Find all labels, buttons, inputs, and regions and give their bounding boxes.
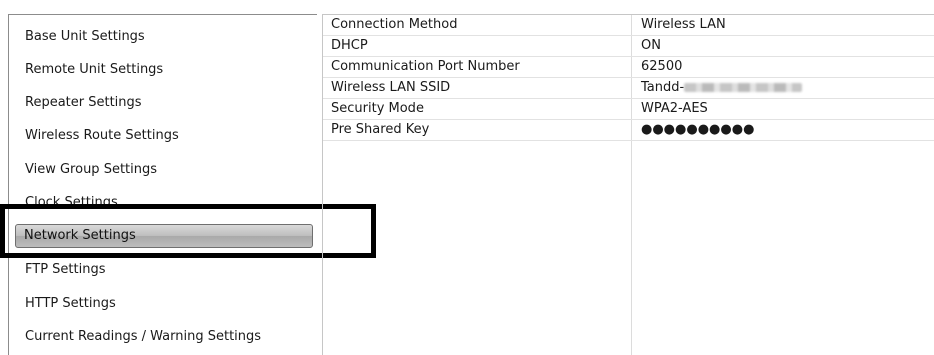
nav-item-wireless-route-settings[interactable]: Wireless Route Settings bbox=[25, 128, 179, 143]
nav-item-repeater-settings[interactable]: Repeater Settings bbox=[25, 95, 142, 110]
property-value[interactable]: Wireless LAN bbox=[641, 15, 726, 35]
property-value[interactable]: WPA2-AES bbox=[641, 99, 708, 119]
property-row-wireless-lan-ssid[interactable]: Wireless LAN SSID Tandd- bbox=[323, 78, 934, 99]
property-name: Communication Port Number bbox=[331, 59, 520, 74]
nav-item-clock-settings[interactable]: Clock Settings bbox=[25, 195, 118, 207]
property-name: Pre Shared Key bbox=[331, 122, 430, 137]
nav-item-base-unit-settings[interactable]: Base Unit Settings bbox=[25, 29, 145, 44]
property-row-connection-method[interactable]: Connection Method Wireless LAN bbox=[323, 15, 934, 36]
nav-item-ftp-settings[interactable]: FTP Settings bbox=[25, 262, 105, 277]
ssid-prefix: Tandd- bbox=[641, 80, 685, 95]
property-row-security-mode[interactable]: Security Mode WPA2-AES bbox=[323, 99, 934, 120]
property-row-communication-port-number[interactable]: Communication Port Number 62500 bbox=[323, 57, 934, 78]
settings-nav-panel: Base Unit Settings Remote Unit Settings … bbox=[8, 14, 317, 355]
property-name: DHCP bbox=[331, 38, 368, 53]
property-value-masked[interactable]: ●●●●●●●●●● bbox=[641, 120, 754, 140]
property-row-pre-shared-key[interactable]: Pre Shared Key ●●●●●●●●●● bbox=[323, 120, 934, 141]
property-value[interactable]: Tandd- bbox=[641, 78, 803, 98]
nav-item-remote-unit-settings[interactable]: Remote Unit Settings bbox=[25, 62, 163, 77]
property-value[interactable]: ON bbox=[641, 36, 661, 56]
property-row-dhcp[interactable]: DHCP ON bbox=[323, 36, 934, 57]
property-grid: Connection Method Wireless LAN DHCP ON C… bbox=[322, 14, 934, 355]
property-name: Wireless LAN SSID bbox=[331, 80, 451, 95]
nav-item-view-group-settings[interactable]: View Group Settings bbox=[25, 162, 157, 177]
nav-item-http-settings[interactable]: HTTP Settings bbox=[25, 296, 116, 311]
nav-item-current-readings-warning-settings[interactable]: Current Readings / Warning Settings bbox=[25, 329, 261, 344]
redacted-ssid bbox=[684, 83, 803, 92]
property-value[interactable]: 62500 bbox=[641, 57, 682, 77]
nav-item-network-settings[interactable]: Network Settings bbox=[15, 224, 313, 248]
property-name: Connection Method bbox=[331, 17, 458, 32]
property-name: Security Mode bbox=[331, 101, 424, 116]
